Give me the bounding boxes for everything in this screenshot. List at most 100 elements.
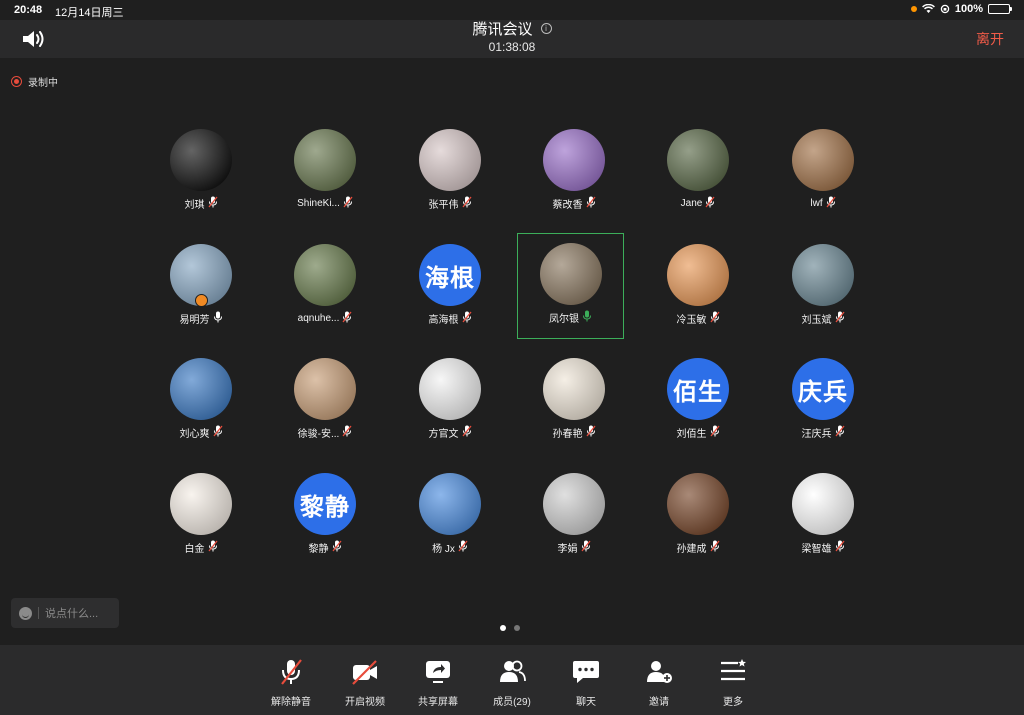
participant-name: 汪庆兵	[801, 429, 832, 440]
invite-button[interactable]: 邀请	[624, 657, 694, 708]
participant-name: 孙建成	[676, 544, 707, 555]
participant-tile[interactable]: lwf	[768, 129, 878, 229]
mic-muted-icon	[834, 311, 845, 326]
participant-avatar	[792, 244, 854, 306]
participant-tile[interactable]: 海根 高海根	[395, 244, 505, 344]
participant-tile[interactable]: 徐骏-安...	[270, 358, 380, 458]
invite-label: 邀请	[649, 697, 669, 708]
participant-name-row: 刘玉斌	[768, 311, 878, 326]
participant-avatar	[170, 129, 232, 191]
participant-name-row: 徐骏-安...	[270, 425, 380, 440]
participant-name-row: 易明芳	[146, 311, 256, 326]
participant-tile[interactable]: 冷玉敏	[643, 244, 753, 344]
participant-avatar	[170, 358, 232, 420]
participant-name-row: 凤尔银	[518, 310, 623, 325]
participant-tile[interactable]: 刘玉斌	[768, 244, 878, 344]
participant-name-row: 孙春艳	[519, 425, 629, 440]
participant-name: 凤尔银	[549, 314, 579, 325]
participant-avatar	[543, 358, 605, 420]
participant-tile[interactable]: 孙春艳	[519, 358, 629, 458]
camera-off-icon	[352, 660, 377, 685]
members-label: 成员(29)	[493, 697, 531, 708]
participant-name-row: 刘琪	[146, 196, 256, 211]
host-badge-icon	[195, 294, 208, 307]
mic-muted-icon	[342, 425, 352, 440]
mic-muted-icon	[580, 540, 591, 555]
participant-tile[interactable]: 黎静 黎静	[270, 473, 380, 573]
mic-muted-icon	[461, 311, 472, 326]
participant-tile[interactable]: 庆兵 汪庆兵	[768, 358, 878, 458]
chat-divider	[38, 607, 39, 619]
more-button[interactable]: 更多	[698, 657, 768, 708]
participant-avatar	[539, 243, 602, 305]
participant-tile[interactable]: 易明芳	[146, 244, 256, 344]
participant-name: 高海根	[428, 315, 459, 326]
unmute-button[interactable]: 解除静音	[256, 657, 326, 708]
participant-avatar	[294, 129, 356, 191]
participant-name-row: 杨 Jx	[395, 540, 505, 555]
members-button[interactable]: 成员(29)	[477, 657, 547, 708]
participant-tile[interactable]: 刘心爽	[146, 358, 256, 458]
participant-name-row: 白金	[146, 540, 256, 555]
participant-name: 白金	[184, 544, 205, 555]
share-label: 共享屏幕	[418, 697, 458, 708]
video-button[interactable]: 开启视频	[330, 657, 400, 708]
participant-name-row: aqnuhe...	[270, 311, 380, 326]
chat-input[interactable]: 说点什么...	[11, 598, 119, 628]
participant-tile[interactable]: 刘琪	[146, 129, 256, 229]
participant-name: 徐骏-安...	[297, 429, 340, 440]
mic-off-icon	[281, 659, 302, 685]
page-indicator[interactable]	[500, 625, 520, 631]
participant-tile[interactable]: 杨 Jx	[395, 473, 505, 573]
participant-tile[interactable]: 蔡改香	[519, 129, 629, 229]
more-icon	[721, 659, 746, 681]
participant-name: 刘玉斌	[801, 315, 832, 326]
participant-avatar	[667, 244, 729, 306]
mic-muted-icon	[834, 540, 845, 555]
share-screen-icon	[426, 661, 450, 683]
participant-name: 张平伟	[428, 200, 459, 211]
participant-tile[interactable]: 凤尔银	[517, 233, 624, 339]
participant-tile[interactable]: 方官文	[395, 358, 505, 458]
participant-name: 冷玉敏	[676, 315, 707, 326]
mic-on-icon	[582, 310, 592, 325]
participant-name-row: 黎静	[270, 540, 380, 555]
participant-avatar	[294, 358, 356, 420]
participant-name-row: 梁智雄	[768, 540, 878, 555]
participant-tile[interactable]: 白金	[146, 473, 256, 573]
participant-tile[interactable]: 李娟	[519, 473, 629, 573]
participant-avatar	[792, 129, 854, 191]
mic-muted-icon	[585, 196, 596, 211]
emoji-icon[interactable]	[19, 606, 32, 620]
mic-muted-icon	[585, 425, 596, 440]
participant-grid: 刘琪 ShineKi... 张平伟 蔡改香 Jane lwf 易明芳 aqnuhe... 海根高…	[0, 0, 1024, 600]
participant-avatar	[667, 129, 729, 191]
participant-tile[interactable]: aqnuhe...	[270, 244, 380, 344]
participant-tile[interactable]: ShineKi...	[270, 129, 380, 229]
mic-muted-icon	[207, 540, 218, 555]
page-dot-2[interactable]	[514, 625, 520, 631]
participant-avatar	[543, 129, 605, 191]
participant-name-row: 高海根	[395, 311, 505, 326]
mic-muted-icon	[709, 425, 720, 440]
mic-on-icon	[213, 311, 223, 326]
participant-name: Jane	[680, 198, 703, 209]
participant-tile[interactable]: Jane	[643, 129, 753, 229]
participant-avatar	[170, 473, 232, 535]
participant-name-row: 张平伟	[395, 196, 505, 211]
members-icon	[500, 660, 526, 682]
more-label: 更多	[723, 697, 743, 708]
participant-tile[interactable]: 佰生 刘佰生	[643, 358, 753, 458]
participant-tile[interactable]: 张平伟	[395, 129, 505, 229]
mic-muted-icon	[331, 540, 342, 555]
page-dot-1[interactable]	[500, 625, 506, 631]
participant-name: 刘佰生	[676, 429, 707, 440]
share-button[interactable]: 共享屏幕	[403, 657, 473, 708]
mic-muted-icon	[705, 196, 715, 211]
participant-name: 李娟	[557, 544, 578, 555]
participant-tile[interactable]: 梁智雄	[768, 473, 878, 573]
invite-icon	[647, 661, 672, 683]
chat-button[interactable]: 聊天	[551, 657, 621, 708]
bottom-toolbar: 解除静音 开启视频 共享屏幕 成员(29) 聊天 邀请 更多	[0, 645, 1024, 715]
participant-tile[interactable]: 孙建成	[643, 473, 753, 573]
